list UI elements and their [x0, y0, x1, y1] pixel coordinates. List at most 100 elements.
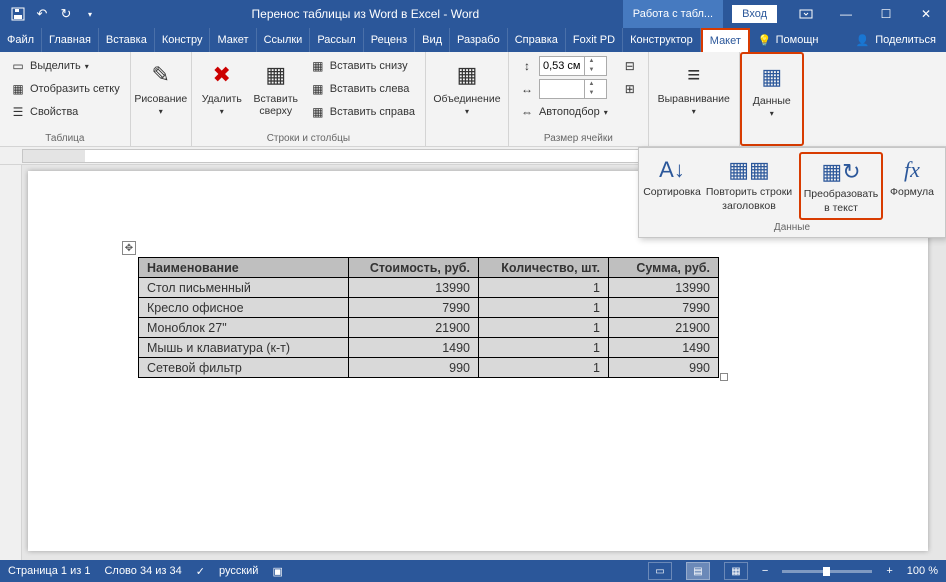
- table-cell[interactable]: Стол письменный: [139, 278, 349, 298]
- table-cell[interactable]: 1490: [609, 338, 719, 358]
- tab-layout1[interactable]: Макет: [210, 28, 256, 52]
- view-print-icon[interactable]: ▤: [686, 562, 710, 580]
- table-resize-handle[interactable]: [720, 373, 728, 381]
- data-button[interactable]: ▦ Данные▾: [748, 57, 796, 118]
- distribute-cols-button[interactable]: ⊞: [618, 78, 642, 100]
- row-height[interactable]: ↕ ▲▼: [515, 55, 612, 77]
- status-language[interactable]: русский: [219, 565, 258, 577]
- draw-button[interactable]: ✎ Рисование▾: [137, 55, 185, 116]
- table-cell[interactable]: 13990: [349, 278, 479, 298]
- table-cell[interactable]: 1: [479, 358, 609, 378]
- table-cell[interactable]: 1490: [349, 338, 479, 358]
- tab-developer[interactable]: Разрабо: [450, 28, 508, 52]
- tab-table-layout[interactable]: Макет: [701, 28, 750, 52]
- maximize-icon[interactable]: ☐: [866, 0, 906, 28]
- insert-left-icon: ▦: [310, 81, 326, 97]
- view-web-icon[interactable]: ▦: [724, 562, 748, 580]
- th-sum[interactable]: Сумма, руб.: [609, 258, 719, 278]
- distribute-rows-button[interactable]: ⊟: [618, 55, 642, 77]
- table-cell[interactable]: 1: [479, 338, 609, 358]
- tab-design[interactable]: Констру: [155, 28, 211, 52]
- table-cell[interactable]: Сетевой фильтр: [139, 358, 349, 378]
- autofit-button[interactable]: ⇔Автоподбор▾: [515, 101, 612, 123]
- accessibility-icon[interactable]: ▣: [272, 565, 282, 578]
- help-search[interactable]: 💡 Помощн: [750, 28, 827, 52]
- height-input[interactable]: [540, 60, 584, 72]
- spellcheck-icon[interactable]: ✓: [196, 565, 205, 578]
- delete-button[interactable]: ✖ Удалить▾: [198, 55, 246, 116]
- select-button[interactable]: ▭Выделить▾: [6, 55, 124, 77]
- status-words[interactable]: Слово 34 из 34: [104, 565, 181, 577]
- table-row[interactable]: Мышь и клавиатура (к-т)149011490: [139, 338, 719, 358]
- tab-foxit[interactable]: Foxit PD: [566, 28, 623, 52]
- alignment-button[interactable]: ≡ Выравнивание▾: [655, 55, 733, 116]
- title-bar: ↶ ↻ ▾ Перенос таблицы из Word в Excel - …: [0, 0, 946, 28]
- properties-icon: ☰: [10, 104, 26, 120]
- table-cell[interactable]: Кресло офисное: [139, 298, 349, 318]
- document-title: Перенос таблицы из Word в Excel - Word: [108, 7, 623, 21]
- table-cell[interactable]: 1: [479, 278, 609, 298]
- tab-table-design[interactable]: Конструктор: [623, 28, 701, 52]
- insert-left-button[interactable]: ▦Вставить слева: [306, 78, 419, 100]
- tab-file[interactable]: Файл: [0, 28, 42, 52]
- repeat-headers-button[interactable]: ▦▦ Повторить строки заголовков: [701, 152, 797, 220]
- table-cell[interactable]: 21900: [609, 318, 719, 338]
- convert-to-text-button[interactable]: ▦↻ Преобразовать в текст: [799, 152, 883, 220]
- table-cell[interactable]: 1: [479, 318, 609, 338]
- table-row[interactable]: Сетевой фильтр9901990: [139, 358, 719, 378]
- status-page[interactable]: Страница 1 из 1: [8, 565, 90, 577]
- share-button[interactable]: 👤 Поделиться: [846, 28, 946, 52]
- th-qty[interactable]: Количество, шт.: [479, 258, 609, 278]
- status-bar: Страница 1 из 1 Слово 34 из 34 ✓ русский…: [0, 560, 946, 582]
- show-grid-button[interactable]: ▦Отобразить сетку: [6, 78, 124, 100]
- merge-icon: ▦: [451, 59, 483, 91]
- tab-review[interactable]: Реценз: [364, 28, 415, 52]
- tab-view[interactable]: Вид: [415, 28, 450, 52]
- login-button[interactable]: Вход: [731, 4, 778, 24]
- tab-references[interactable]: Ссылки: [257, 28, 311, 52]
- insert-right-button[interactable]: ▦Вставить справа: [306, 101, 419, 123]
- tab-mailings[interactable]: Рассыл: [310, 28, 363, 52]
- minimize-icon[interactable]: —: [826, 0, 866, 28]
- table-cell[interactable]: 21900: [349, 318, 479, 338]
- width-input[interactable]: [540, 83, 584, 95]
- properties-button[interactable]: ☰Свойства: [6, 101, 124, 123]
- table-row[interactable]: Кресло офисное799017990: [139, 298, 719, 318]
- table-cell[interactable]: 13990: [609, 278, 719, 298]
- redo-icon[interactable]: ↻: [56, 4, 76, 24]
- data-table[interactable]: Наименование Стоимость, руб. Количество,…: [138, 257, 719, 378]
- zoom-in-icon[interactable]: +: [886, 565, 892, 577]
- th-name[interactable]: Наименование: [139, 258, 349, 278]
- table-cell[interactable]: 7990: [349, 298, 479, 318]
- zoom-out-icon[interactable]: −: [762, 565, 768, 577]
- table-cell[interactable]: 1: [479, 298, 609, 318]
- table-row[interactable]: Моноблок 27"21900121900: [139, 318, 719, 338]
- table-cell[interactable]: Мышь и клавиатура (к-т): [139, 338, 349, 358]
- formula-button[interactable]: fx Формула: [885, 152, 939, 220]
- vertical-ruler[interactable]: [0, 165, 22, 560]
- zoom-level[interactable]: 100 %: [907, 565, 938, 577]
- convert-icon: ▦↻: [825, 158, 857, 186]
- view-read-icon[interactable]: ▭: [648, 562, 672, 580]
- table-row[interactable]: Стол письменный13990113990: [139, 278, 719, 298]
- tab-insert[interactable]: Вставка: [99, 28, 155, 52]
- tab-help[interactable]: Справка: [508, 28, 566, 52]
- table-cell[interactable]: 7990: [609, 298, 719, 318]
- table-move-handle[interactable]: ✥: [122, 241, 136, 255]
- ribbon-options-icon[interactable]: [786, 0, 826, 28]
- undo-icon[interactable]: ↶: [32, 4, 52, 24]
- th-cost[interactable]: Стоимость, руб.: [349, 258, 479, 278]
- table-cell[interactable]: 990: [349, 358, 479, 378]
- table-cell[interactable]: Моноблок 27": [139, 318, 349, 338]
- col-width[interactable]: ↔ ▲▼: [515, 78, 612, 100]
- table-cell[interactable]: 990: [609, 358, 719, 378]
- merge-button[interactable]: ▦ Объединение▾: [432, 55, 502, 116]
- delete-icon: ✖: [206, 59, 238, 91]
- sort-button[interactable]: A↓ Сортировка: [645, 152, 699, 220]
- insert-below-button[interactable]: ▦Вставить снизу: [306, 55, 419, 77]
- save-icon[interactable]: [8, 4, 28, 24]
- close-icon[interactable]: ✕: [906, 0, 946, 28]
- insert-above-button[interactable]: ▦ Вставить сверху: [248, 55, 304, 117]
- qat-dropdown-icon[interactable]: ▾: [80, 4, 100, 24]
- tab-home[interactable]: Главная: [42, 28, 99, 52]
